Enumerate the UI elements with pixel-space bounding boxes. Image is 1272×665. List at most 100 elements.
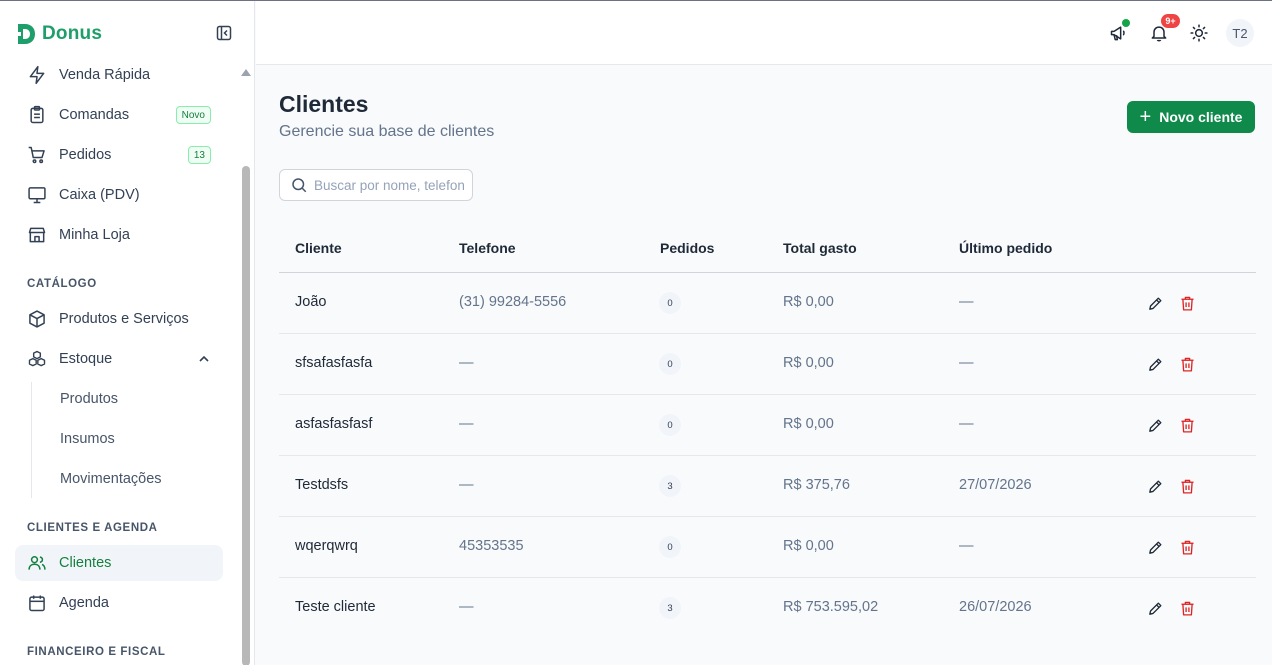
- sidebar-item-venda-rapida[interactable]: Venda Rápida: [15, 57, 223, 93]
- delete-button[interactable]: [1177, 293, 1197, 313]
- store-icon: [26, 224, 48, 246]
- delete-button[interactable]: [1177, 598, 1197, 618]
- top-header: 9+ T2: [256, 1, 1272, 65]
- sun-icon: [1190, 24, 1208, 42]
- col-ultimo-pedido[interactable]: Último pedido: [959, 240, 1052, 256]
- col-cliente[interactable]: Cliente: [295, 240, 342, 256]
- sidebar-item-label: Caixa (PDV): [59, 187, 140, 203]
- users-icon: [26, 552, 48, 574]
- sidebar-item-comandas[interactable]: Comandas Novo: [15, 97, 223, 133]
- sidebar-item-label: Clientes: [59, 555, 112, 571]
- sidebar-scrollbar-thumb[interactable]: [242, 166, 250, 665]
- scroll-up-arrow[interactable]: [241, 69, 251, 76]
- edit-button[interactable]: [1145, 293, 1165, 313]
- section-catalog: CATÁLOGO: [27, 278, 97, 290]
- search-box[interactable]: [279, 169, 473, 201]
- brand-logo[interactable]: Donus: [16, 22, 102, 46]
- user-avatar[interactable]: T2: [1226, 19, 1254, 47]
- trash-icon: [1180, 296, 1194, 311]
- cell-telefone: —: [459, 599, 474, 615]
- cell-cliente: Teste cliente: [295, 599, 376, 615]
- notifications-button[interactable]: 9+: [1147, 14, 1180, 45]
- table-row[interactable]: Teste cliente — 3 R$ 753.595,02 26/07/20…: [279, 578, 1256, 639]
- new-client-button[interactable]: + Novo cliente: [1127, 101, 1255, 133]
- sidebar-item-caixa[interactable]: Caixa (PDV): [15, 177, 223, 213]
- delete-button[interactable]: [1177, 537, 1197, 557]
- trash-icon: [1180, 357, 1194, 372]
- panel-collapse-icon: [216, 25, 232, 41]
- col-pedidos[interactable]: Pedidos: [660, 240, 714, 256]
- clients-table: Cliente Telefone Pedidos Total gasto Últ…: [279, 224, 1256, 639]
- cell-total-gasto: R$ 753.595,02: [783, 599, 879, 615]
- sidebar-item-produtos-servicos[interactable]: Produtos e Serviços: [15, 301, 223, 337]
- cell-telefone: 45353535: [459, 538, 524, 554]
- submenu-item-insumos[interactable]: Insumos: [60, 431, 115, 447]
- sidebar-item-minha-loja[interactable]: Minha Loja: [15, 217, 223, 253]
- pencil-icon: [1148, 541, 1161, 554]
- orders-count-badge: 13: [187, 146, 211, 164]
- table-row[interactable]: sfsafasfasfa — 0 R$ 0,00 —: [279, 334, 1256, 395]
- sidebar-item-agenda[interactable]: Agenda: [15, 585, 223, 621]
- sidebar-item-pedidos[interactable]: Pedidos 13: [15, 137, 223, 173]
- edit-button[interactable]: [1145, 537, 1165, 557]
- table-row[interactable]: asfasfasfasf — 0 R$ 0,00 —: [279, 395, 1256, 456]
- table-row[interactable]: wqerqwrq 45353535 0 R$ 0,00 —: [279, 517, 1256, 578]
- cell-ultimo-pedido: 26/07/2026: [959, 599, 1032, 615]
- delete-button[interactable]: [1177, 354, 1197, 374]
- edit-button[interactable]: [1145, 476, 1165, 496]
- trash-icon: [1180, 540, 1194, 555]
- submenu-item-movimentacoes[interactable]: Movimentações: [60, 471, 162, 487]
- trash-icon: [1180, 418, 1194, 433]
- pencil-icon: [1148, 602, 1161, 615]
- cell-pedidos: 3: [659, 475, 681, 497]
- cell-ultimo-pedido: 27/07/2026: [959, 477, 1032, 493]
- cell-ultimo-pedido: —: [959, 294, 974, 310]
- trash-icon: [1180, 479, 1194, 494]
- cell-cliente: asfasfasfasf: [295, 416, 373, 432]
- cell-telefone: —: [459, 477, 474, 493]
- edit-button[interactable]: [1145, 354, 1165, 374]
- submenu-item-produtos[interactable]: Produtos: [60, 391, 118, 407]
- cell-cliente: João: [295, 294, 327, 310]
- edit-button[interactable]: [1145, 415, 1165, 435]
- page-title: Clientes: [279, 91, 369, 117]
- calendar-icon: [26, 592, 48, 614]
- table-row[interactable]: Testdsfs — 3 R$ 375,76 27/07/2026: [279, 456, 1256, 517]
- table-row[interactable]: João (31) 99284-5556 0 R$ 0,00 —: [279, 273, 1256, 334]
- col-total-gasto[interactable]: Total gasto: [783, 240, 857, 256]
- chevron-up-icon[interactable]: [197, 352, 211, 371]
- delete-button[interactable]: [1177, 415, 1197, 435]
- cell-pedidos: 0: [659, 292, 681, 314]
- cell-total-gasto: R$ 0,00: [783, 355, 834, 371]
- search-input[interactable]: [314, 177, 464, 193]
- table-header: Cliente Telefone Pedidos Total gasto Últ…: [279, 224, 1256, 273]
- collapse-sidebar-button[interactable]: [214, 23, 234, 43]
- sidebar-item-label: Comandas: [59, 107, 130, 123]
- cell-ultimo-pedido: —: [959, 538, 974, 554]
- cell-total-gasto: R$ 375,76: [783, 477, 850, 493]
- sidebar-item-label: Produtos e Serviços: [59, 311, 189, 327]
- cell-pedidos: 0: [659, 353, 681, 375]
- new-client-label: Novo cliente: [1159, 109, 1243, 125]
- new-badge: Novo: [175, 106, 211, 124]
- theme-toggle-button[interactable]: [1187, 21, 1211, 45]
- cart-icon: [26, 144, 48, 166]
- sidebar-item-estoque[interactable]: Estoque: [15, 341, 223, 377]
- submenu-guide-line: [31, 382, 32, 498]
- delete-button[interactable]: [1177, 476, 1197, 496]
- col-telefone[interactable]: Telefone: [459, 240, 516, 256]
- sidebar-item-label: Pedidos: [59, 147, 112, 163]
- sidebar-item-clientes[interactable]: Clientes: [15, 545, 223, 581]
- section-finance: FINANCEIRO E FISCAL: [27, 646, 166, 658]
- announcements-button[interactable]: [1107, 19, 1131, 45]
- trash-icon: [1180, 601, 1194, 616]
- cell-ultimo-pedido: —: [959, 355, 974, 371]
- sidebar-item-label: Venda Rápida: [59, 67, 151, 83]
- plus-icon: +: [1139, 106, 1152, 128]
- sidebar-item-label: Minha Loja: [59, 227, 130, 243]
- lightning-icon: [26, 64, 48, 86]
- edit-button[interactable]: [1145, 598, 1165, 618]
- cell-pedidos: 0: [659, 536, 681, 558]
- clipboard-icon: [26, 104, 48, 126]
- pencil-icon: [1148, 419, 1161, 432]
